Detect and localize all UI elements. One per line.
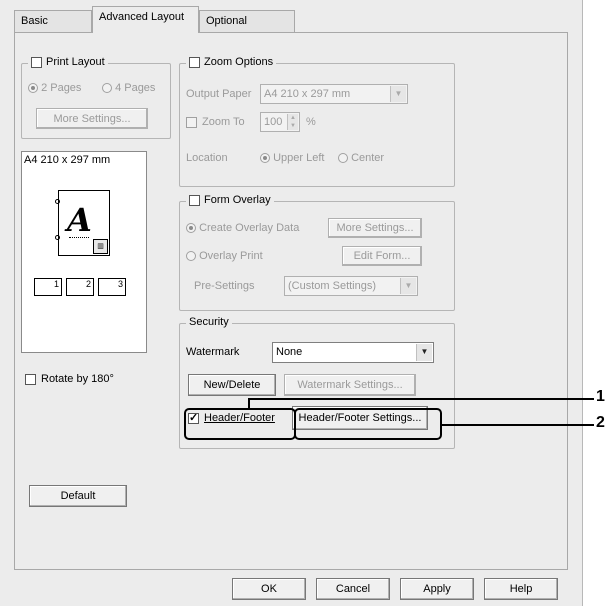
zoom-to-option[interactable]: Zoom To — [186, 116, 245, 128]
radio-overlay-print[interactable]: Overlay Print — [186, 250, 263, 262]
chevron-down-icon: ▼ — [400, 278, 416, 294]
edit-form-button[interactable]: Edit Form... — [342, 246, 422, 266]
watermark-settings-button[interactable]: Watermark Settings... — [284, 374, 416, 396]
print-layout-label: Print Layout — [46, 56, 105, 68]
callout-number-2: 2 — [596, 414, 605, 431]
page-order-icons: 1 2 3 — [34, 278, 126, 296]
security-header: Security — [186, 316, 232, 328]
location-label: Location — [186, 152, 228, 164]
print-layout-group: Print Layout 2 Pages 4 Pages More Settin… — [21, 56, 171, 139]
rotate-option[interactable]: Rotate by 180° — [25, 373, 114, 385]
cancel-button[interactable]: Cancel — [316, 578, 390, 600]
form-overlay-label: Form Overlay — [204, 194, 271, 206]
punch-hole-icon — [55, 199, 60, 204]
zoom-options-checkbox[interactable] — [189, 56, 200, 68]
tab-optional-settings[interactable]: Optional Settings — [199, 10, 295, 47]
form-overlay-checkbox[interactable] — [189, 194, 200, 206]
radio-upper-left[interactable]: Upper Left — [260, 152, 324, 164]
output-paper-label: Output Paper — [186, 88, 252, 100]
zoom-options-header[interactable]: Zoom Options — [186, 56, 277, 68]
layout-preview: A4 210 x 297 mm A ▥ 1 2 3 — [21, 151, 147, 353]
preview-paper-size: A4 210 x 297 mm — [24, 154, 111, 166]
create-overlay-label: Create Overlay Data — [199, 222, 300, 234]
radio-create-overlay[interactable]: Create Overlay Data — [186, 222, 299, 234]
print-layout-header[interactable]: Print Layout — [28, 56, 108, 68]
preview-page: A ▥ — [55, 190, 110, 256]
output-paper-select[interactable]: A4 210 x 297 mm ▼ — [260, 84, 408, 104]
output-paper-value: A4 210 x 297 mm — [264, 88, 351, 100]
radio-4-pages-label: 4 Pages — [115, 82, 156, 94]
callout-number-1: 1 — [596, 388, 605, 405]
ok-button[interactable]: OK — [232, 578, 306, 600]
tab-advanced-layout[interactable]: Advanced Layout — [92, 6, 199, 33]
zoom-options-group: Zoom Options Output Paper A4 210 x 297 m… — [179, 56, 455, 187]
rotate-label: Rotate by 180° — [41, 373, 114, 385]
default-button[interactable]: Default — [29, 485, 127, 507]
chevron-down-icon: ▼ — [416, 344, 432, 361]
rotate-checkbox[interactable] — [25, 373, 36, 385]
page-icon-2: 2 — [66, 278, 94, 296]
page-icon-3-number: 3 — [117, 279, 123, 289]
pre-settings-label: Pre-Settings — [194, 280, 255, 292]
form-overlay-more-settings-button[interactable]: More Settings... — [328, 218, 422, 238]
page-icon-3: 3 — [98, 278, 126, 296]
zoom-to-checkbox[interactable] — [186, 116, 197, 128]
radio-4-pages[interactable]: 4 Pages — [102, 82, 155, 94]
form-overlay-group: Form Overlay Create Overlay Data More Se… — [179, 194, 455, 311]
apply-button[interactable]: Apply — [400, 578, 474, 600]
security-label: Security — [189, 316, 229, 328]
print-layout-more-settings-button[interactable]: More Settings... — [36, 108, 148, 129]
callout-box-1 — [184, 408, 296, 440]
header-footer-line — [69, 237, 89, 238]
page-corner-icon: ▥ — [93, 239, 108, 254]
advanced-layout-panel: Print Layout 2 Pages 4 Pages More Settin… — [14, 32, 568, 570]
page-icon-2-number: 2 — [85, 279, 91, 289]
overlay-print-label: Overlay Print — [199, 250, 263, 262]
radio-2-pages-label: 2 Pages — [41, 82, 82, 94]
zoom-to-label: Zoom To — [202, 116, 245, 128]
chevron-down-icon: ▼ — [390, 86, 406, 102]
printer-properties-dialog: Basic Settings Advanced Layout Optional … — [0, 0, 583, 606]
center-label: Center — [351, 152, 385, 164]
callout-leader-1-drop — [248, 398, 250, 409]
page-icon-1-number: 1 — [53, 279, 59, 289]
radio-2-pages-dot[interactable] — [28, 83, 38, 94]
callout-leader-1 — [248, 398, 594, 400]
pre-settings-value: (Custom Settings) — [288, 280, 377, 292]
zoom-to-spinner[interactable]: 100 ▲ ▼ — [260, 112, 300, 132]
upper-left-label: Upper Left — [273, 152, 325, 164]
callout-box-2 — [294, 408, 442, 440]
callout-leader-2 — [442, 424, 594, 426]
zoom-options-label: Zoom Options — [204, 56, 274, 68]
radio-4-pages-dot[interactable] — [102, 83, 112, 94]
preview-letter: A — [67, 201, 92, 239]
pre-settings-select[interactable]: (Custom Settings) ▼ — [284, 276, 418, 296]
radio-create-overlay-dot[interactable] — [186, 223, 196, 234]
radio-center[interactable]: Center — [338, 152, 384, 164]
radio-2-pages[interactable]: 2 Pages — [28, 82, 81, 94]
radio-center-dot[interactable] — [338, 153, 348, 164]
help-button[interactable]: Help — [484, 578, 558, 600]
form-overlay-header[interactable]: Form Overlay — [186, 194, 274, 206]
radio-upper-left-dot[interactable] — [260, 153, 270, 164]
watermark-label: Watermark — [186, 346, 240, 358]
new-delete-button[interactable]: New/Delete — [188, 374, 276, 396]
page-icon-1: 1 — [34, 278, 62, 296]
watermark-select[interactable]: None ▼ — [272, 342, 434, 363]
punch-hole-icon — [55, 235, 60, 240]
radio-overlay-print-dot[interactable] — [186, 251, 196, 262]
print-layout-checkbox[interactable] — [31, 56, 42, 68]
watermark-value: None — [276, 346, 303, 358]
zoom-to-value: 100 — [264, 116, 283, 128]
tab-basic-settings[interactable]: Basic Settings — [14, 10, 92, 47]
percent-label: % — [306, 116, 316, 128]
spinner-arrows-icon: ▲ ▼ — [287, 114, 298, 130]
